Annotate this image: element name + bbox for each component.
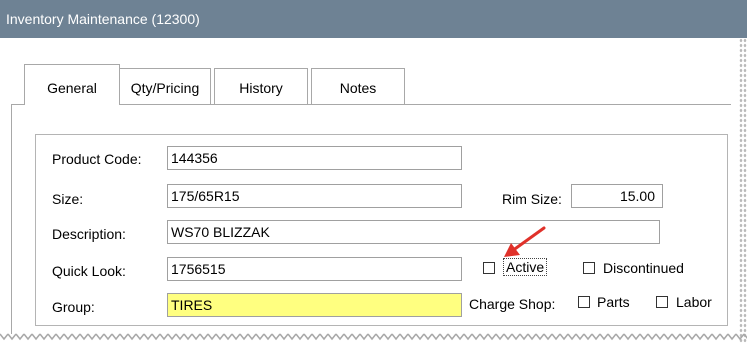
parts-label[interactable]: Parts bbox=[597, 293, 630, 311]
tab-notes[interactable]: Notes bbox=[311, 68, 405, 105]
discontinued-checkbox[interactable] bbox=[583, 262, 595, 274]
window-title: Inventory Maintenance (12300) bbox=[0, 0, 747, 38]
description-label: Description: bbox=[52, 226, 126, 242]
active-checkbox[interactable] bbox=[483, 262, 495, 274]
tab-general[interactable]: General bbox=[24, 64, 120, 106]
inventory-maintenance-window: Inventory Maintenance (12300) General Qt… bbox=[0, 0, 747, 343]
group-label: Group: bbox=[52, 299, 95, 315]
quick-look-field[interactable]: 1756515 bbox=[167, 257, 462, 281]
rim-size-field[interactable]: 15.00 bbox=[571, 184, 663, 208]
tab-history[interactable]: History bbox=[214, 68, 308, 105]
size-label: Size: bbox=[52, 191, 84, 207]
annotation-arrow-icon bbox=[504, 226, 546, 257]
quick-look-label: Quick Look: bbox=[52, 263, 126, 279]
discontinued-label[interactable]: Discontinued bbox=[603, 259, 684, 277]
product-code-label: Product Code: bbox=[52, 151, 142, 167]
torn-edge-right bbox=[739, 38, 747, 343]
labor-label[interactable]: Labor bbox=[676, 293, 712, 311]
size-field[interactable]: 175/65R15 bbox=[167, 184, 462, 208]
labor-checkbox[interactable] bbox=[656, 296, 668, 308]
charge-shop-label: Charge Shop: bbox=[469, 296, 556, 312]
description-field[interactable]: WS70 BLIZZAK bbox=[167, 220, 660, 244]
tab-qty-pricing[interactable]: Qty/Pricing bbox=[119, 68, 211, 105]
rim-size-label: Rim Size: bbox=[502, 191, 562, 207]
group-field[interactable]: TIRES bbox=[167, 293, 462, 317]
torn-edge-bottom bbox=[0, 331, 747, 343]
product-code-field[interactable]: 144356 bbox=[167, 146, 462, 170]
parts-checkbox[interactable] bbox=[578, 296, 590, 308]
